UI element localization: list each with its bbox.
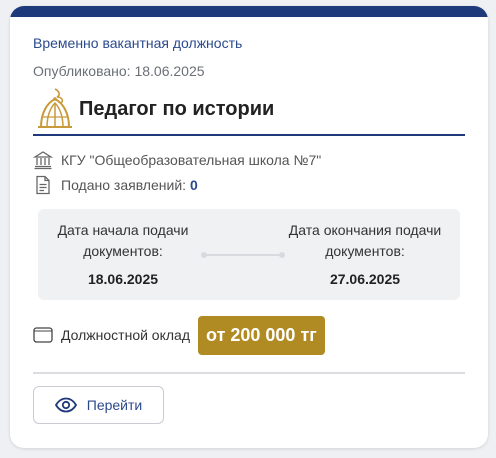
dates-panel: Дата начала подачи документов: 18.06.202… xyxy=(38,209,460,300)
salary-label: Должностной оклад xyxy=(61,327,191,343)
start-date-label-line2: документов: xyxy=(83,243,163,259)
vacancy-card: Временно вакантная должность Опубликован… xyxy=(10,6,488,448)
eye-icon xyxy=(54,397,77,413)
title-row: Педагог по истории xyxy=(33,86,465,136)
start-date-block: Дата начала подачи документов: 18.06.202… xyxy=(38,220,208,290)
card-top-bar xyxy=(10,6,488,17)
go-button[interactable]: Перейти xyxy=(33,386,164,424)
applications-label: Подано заявлений: xyxy=(61,177,187,193)
date-connector xyxy=(201,252,285,258)
salary-badge: от 200 000 тг xyxy=(198,315,325,355)
start-date-value: 18.06.2025 xyxy=(87,271,159,287)
applications-row: Подано заявлений: 0 xyxy=(33,175,198,195)
end-date-block: Дата окончания подачи документов: 27.06.… xyxy=(280,220,450,290)
end-date-label-line1: Дата окончания подачи xyxy=(288,222,442,238)
vacancy-title: Педагог по истории xyxy=(79,98,275,120)
go-button-label: Перейти xyxy=(86,397,143,413)
salary-row: Должностной оклад от 200 000 тг xyxy=(33,315,325,355)
wallet-icon xyxy=(33,327,53,343)
published-info: Опубликовано: 18.06.2025 xyxy=(33,63,205,79)
document-icon xyxy=(36,175,50,195)
start-date-label-line1: Дата начала подачи xyxy=(57,222,189,238)
end-date-value: 27.06.2025 xyxy=(329,271,401,287)
published-label: Опубликовано: xyxy=(33,63,131,79)
end-date-label-line2: документов: xyxy=(325,243,405,259)
emblem-icon xyxy=(38,88,72,128)
applications-count: 0 xyxy=(190,177,198,193)
organization-row: КГУ "Общеобразовательная школа №7" xyxy=(33,150,321,170)
divider xyxy=(33,372,465,374)
bank-icon xyxy=(33,151,53,170)
organization-name: КГУ "Общеобразовательная школа №7" xyxy=(61,152,322,168)
vacancy-type-label: Временно вакантная должность xyxy=(33,35,243,51)
published-date: 18.06.2025 xyxy=(134,63,205,79)
